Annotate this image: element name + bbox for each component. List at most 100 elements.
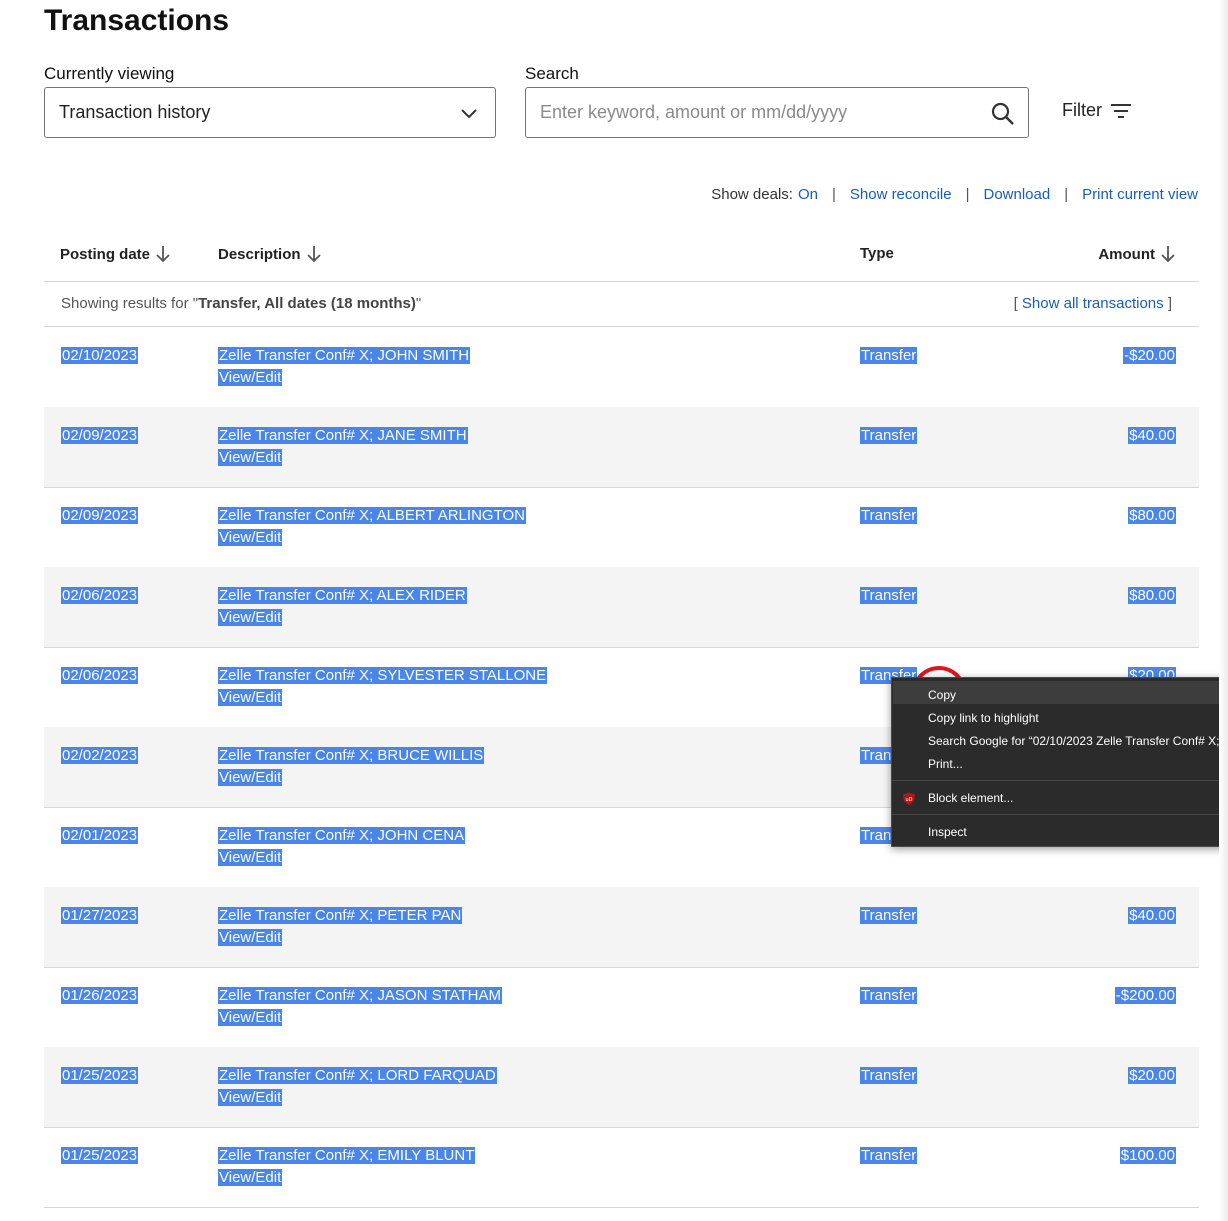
search-input[interactable] <box>526 88 966 137</box>
row-description: Zelle Transfer Conf# X; JANE SMITH <box>218 427 468 444</box>
row-date: 01/25/2023 <box>61 1067 139 1084</box>
table-row: 01/26/2023 Zelle Transfer Conf# X; JASON … <box>44 967 1199 1048</box>
menu-item-search-google[interactable]: Search Google for “02/10/2023 Zelle Tran… <box>928 734 1227 748</box>
currently-viewing-label: Currently viewing <box>44 64 175 83</box>
table-row: 02/09/2023 Zelle Transfer Conf# X; JANE S… <box>44 407 1199 488</box>
row-amount: -$20.00 <box>1123 347 1176 364</box>
table-row: 01/25/2023 Zelle Transfer Conf# X; LORD F… <box>44 1047 1199 1128</box>
arrow-down-icon <box>1161 246 1175 263</box>
sort-posting-date[interactable]: Posting date <box>60 245 170 263</box>
menu-item-copy[interactable]: Copy <box>928 688 956 702</box>
search-icon[interactable] <box>990 101 1016 127</box>
divider: | <box>1064 186 1069 203</box>
view-edit-link[interactable]: View/Edit <box>218 369 283 386</box>
print-current-view-link[interactable]: Print current view <box>1082 186 1198 203</box>
panel-edge <box>1219 0 1228 1221</box>
view-edit-link[interactable]: View/Edit <box>218 529 283 546</box>
bracket-close: ] <box>1163 295 1172 312</box>
view-edit-link[interactable]: View/Edit <box>218 1009 283 1026</box>
view-edit-link[interactable]: View/Edit <box>218 1089 283 1106</box>
row-date: 02/09/2023 <box>61 507 139 524</box>
row-description: Zelle Transfer Conf# X; LORD FARQUAD <box>218 1067 497 1084</box>
results-text: Showing results for "Transfer, All dates… <box>61 295 421 312</box>
header-type: Type <box>860 245 894 262</box>
row-date: 01/27/2023 <box>61 907 139 924</box>
view-edit-link[interactable]: View/Edit <box>218 769 283 786</box>
row-type: Transfer <box>860 347 918 364</box>
header-amount: Amount <box>1098 245 1155 263</box>
row-description: Zelle Transfer Conf# X; JOHN CENA <box>218 827 466 844</box>
show-all-wrapper: [ Show all transactions ] <box>1014 295 1172 312</box>
view-edit-link[interactable]: View/Edit <box>218 849 283 866</box>
row-amount: $40.00 <box>1128 427 1176 444</box>
row-date: 02/09/2023 <box>61 427 139 444</box>
show-deals-label: Show deals: <box>711 186 793 203</box>
row-date: 01/26/2023 <box>61 987 139 1004</box>
bracket-open: [ <box>1013 295 1022 312</box>
row-amount: $20.00 <box>1128 1067 1176 1084</box>
results-summary: Showing results for "Transfer, All dates… <box>44 282 1199 327</box>
row-description: Zelle Transfer Conf# X; JOHN SMITH <box>218 347 471 364</box>
show-deals-toggle[interactable]: On <box>798 186 818 203</box>
row-date: 02/06/2023 <box>61 667 139 684</box>
currently-viewing-select[interactable]: Transaction history <box>44 87 496 138</box>
row-amount: $40.00 <box>1128 907 1176 924</box>
row-type: Transfer <box>860 1067 918 1084</box>
row-amount: $80.00 <box>1128 507 1176 524</box>
menu-item-block-element[interactable]: Block element... <box>928 791 1013 805</box>
table-row: 02/06/2023 Zelle Transfer Conf# X; ALEX R… <box>44 567 1199 648</box>
row-type: Transfer <box>860 907 918 924</box>
table-header: Posting date Description Type Amount <box>44 229 1199 282</box>
table-row: 01/25/2023 Zelle Transfer Conf# X; EMILY … <box>44 1127 1199 1208</box>
row-type: Transfer <box>860 987 918 1004</box>
filter-icon <box>1111 103 1131 118</box>
menu-divider <box>892 780 1227 781</box>
sort-description[interactable]: Description <box>218 245 321 263</box>
page-title: Transactions <box>44 4 230 37</box>
row-type: Transfer <box>860 427 918 444</box>
menu-item-inspect[interactable]: Inspect <box>928 825 967 839</box>
filter-label: Filter <box>1062 100 1102 120</box>
header-description: Description <box>218 245 301 263</box>
results-suffix: " <box>415 295 422 312</box>
table-row: 01/27/2023 Zelle Transfer Conf# X; PETER … <box>44 887 1199 968</box>
show-all-transactions-link[interactable]: Show all transactions <box>1022 295 1164 312</box>
menu-item-copy-link[interactable]: Copy link to highlight <box>928 711 1039 725</box>
row-type: Transfer <box>860 1147 918 1164</box>
menu-item-print[interactable]: Print... <box>928 757 963 771</box>
view-edit-link[interactable]: View/Edit <box>218 929 283 946</box>
row-date: 02/10/2023 <box>61 347 139 364</box>
row-description: Zelle Transfer Conf# X; SYLVESTER STALLO… <box>218 667 548 684</box>
sort-amount[interactable]: Amount <box>1098 245 1175 263</box>
row-date: 01/25/2023 <box>61 1147 139 1164</box>
show-reconcile-link[interactable]: Show reconcile <box>850 186 952 203</box>
view-edit-link[interactable]: View/Edit <box>218 609 283 626</box>
row-type: Transfer <box>860 587 918 604</box>
search-box <box>525 87 1029 138</box>
menu-divider <box>892 814 1227 815</box>
context-menu: Copy Copy link to highlight Search Googl… <box>891 677 1228 847</box>
row-amount: $100.00 <box>1119 1147 1176 1164</box>
view-edit-link[interactable]: View/Edit <box>218 689 283 706</box>
divider: | <box>965 186 970 203</box>
row-description: Zelle Transfer Conf# X; JASON STATHAM <box>218 987 503 1004</box>
row-date: 02/06/2023 <box>61 587 139 604</box>
table-row: 02/09/2023 Zelle Transfer Conf# X; ALBERT… <box>44 487 1199 568</box>
row-description: Zelle Transfer Conf# X; PETER PAN <box>218 907 463 924</box>
row-description: Zelle Transfer Conf# X; ALBERT ARLINGTON <box>218 507 526 524</box>
arrow-down-icon <box>306 246 321 263</box>
row-date: 02/02/2023 <box>61 747 139 764</box>
svg-text:uD: uD <box>905 797 912 803</box>
download-link[interactable]: Download <box>984 186 1051 203</box>
results-query: Transfer, All dates (18 months) <box>198 295 416 312</box>
view-edit-link[interactable]: View/Edit <box>218 1169 283 1186</box>
table-actions: Show deals: On | Show reconcile | Downlo… <box>711 186 1198 203</box>
table-row: 02/10/2023 Zelle Transfer Conf# X; JOHN S… <box>44 327 1199 408</box>
ublock-origin-icon: uD <box>903 792 915 806</box>
row-amount: -$200.00 <box>1114 987 1176 1004</box>
currently-viewing-value: Transaction history <box>59 102 211 122</box>
filter-button[interactable]: Filter <box>1062 100 1132 121</box>
row-description: Zelle Transfer Conf# X; EMILY BLUNT <box>218 1147 476 1164</box>
view-edit-link[interactable]: View/Edit <box>218 449 283 466</box>
divider: | <box>831 186 836 203</box>
